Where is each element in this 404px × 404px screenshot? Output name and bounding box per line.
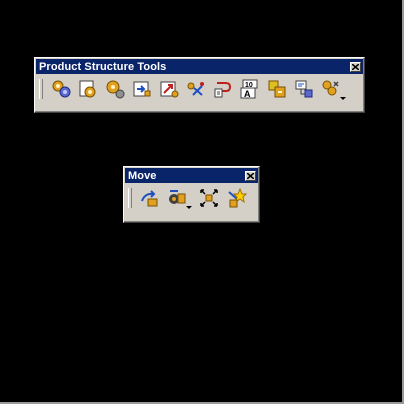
stop-manipulate-on-clash-icon[interactable]	[224, 186, 248, 210]
replace-component-icon[interactable]	[184, 77, 208, 101]
toolbar-title-bar[interactable]: Move	[125, 168, 258, 183]
multi-instantiation-icon[interactable]	[319, 77, 346, 101]
new-product-icon[interactable]	[76, 77, 100, 101]
gears-component-icon[interactable]	[49, 77, 73, 101]
selective-load-icon[interactable]	[265, 77, 289, 101]
toolbar-grip[interactable]	[39, 79, 43, 99]
graph-tree-reordering-icon[interactable]	[211, 77, 235, 101]
toolbar-grip[interactable]	[128, 188, 132, 208]
existing-component-icon[interactable]	[130, 77, 154, 101]
toolbar-title-bar[interactable]: Product Structure Tools	[36, 59, 363, 74]
svg-text:A: A	[244, 89, 251, 99]
toolbar-title: Product Structure Tools	[39, 60, 167, 73]
move-toolbar: Move	[123, 166, 260, 223]
new-part-icon[interactable]	[103, 77, 127, 101]
generate-numbering-icon[interactable]: 10 A	[238, 77, 262, 101]
product-structure-tools-toolbar: Product Structure Tools 10 A	[34, 57, 365, 113]
toolbar-buttons: 10 A	[35, 74, 364, 104]
chevron-down-icon[interactable]	[340, 97, 346, 100]
toolbar-title: Move	[128, 169, 157, 182]
explode-icon[interactable]	[197, 186, 221, 210]
existing-component-positioning-icon[interactable]	[157, 77, 181, 101]
chevron-down-icon[interactable]	[186, 206, 192, 209]
close-icon[interactable]	[245, 170, 256, 181]
snap-icon[interactable]	[165, 186, 192, 210]
close-icon[interactable]	[350, 61, 361, 72]
toolbar-buttons	[124, 183, 259, 213]
manipulation-icon[interactable]	[138, 186, 162, 210]
manage-representations-icon[interactable]	[292, 77, 316, 101]
